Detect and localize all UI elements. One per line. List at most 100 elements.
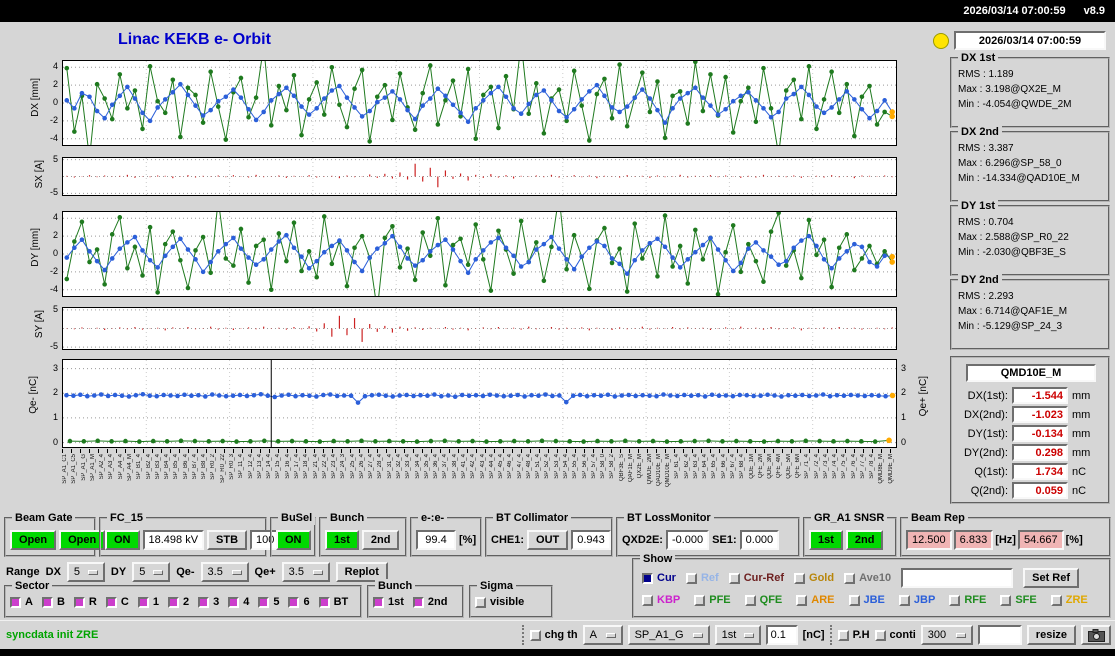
sigma-visible-checkbox[interactable]: visible xyxy=(475,596,524,608)
sector-checkbox-2[interactable]: 2 xyxy=(167,596,189,608)
charge-chart[interactable] xyxy=(62,359,897,448)
set-ref-button[interactable]: Set Ref xyxy=(1023,568,1080,588)
show-zre-checkbox[interactable]: ZRE xyxy=(1050,594,1088,606)
sector-label-r: R xyxy=(88,596,97,608)
ph-checkbox[interactable]: P.H xyxy=(837,629,870,641)
beam-rep-value-2: 6.833 xyxy=(953,530,994,550)
show-cur-checkbox[interactable]: Cur xyxy=(642,572,676,584)
range-dx-select[interactable]: 5 xyxy=(66,562,105,582)
bunch-1st-checkbox[interactable]: 1st xyxy=(373,596,404,608)
range-qep-select[interactable]: 3.5 xyxy=(281,562,330,582)
points-select[interactable]: 300 xyxy=(920,625,973,645)
checkbox-indicator xyxy=(137,596,149,608)
show-pfe-checkbox[interactable]: PFE xyxy=(694,594,731,606)
y-tick-label: 2 xyxy=(52,387,58,398)
bunch-2nd-button[interactable]: 2nd xyxy=(361,530,400,550)
show-cur-ref-checkbox[interactable]: Cur-Ref xyxy=(728,572,785,584)
fc15-on-button[interactable]: ON xyxy=(105,530,140,550)
beamline-element-label: SP_21_4 xyxy=(312,454,319,479)
sy-steering-chart[interactable] xyxy=(62,307,897,350)
monitor-label: DY(1st): xyxy=(967,427,1008,440)
beamline-element-label: QFE_6M xyxy=(794,454,801,479)
gr-snsr-1st-button[interactable]: 1st xyxy=(809,530,843,550)
beam-rep-value-3: 54.667 xyxy=(1017,530,1064,550)
sector-checkbox-r[interactable]: R xyxy=(73,596,97,608)
sector-checkbox-a[interactable]: A xyxy=(10,596,33,608)
aux-input[interactable] xyxy=(977,625,1022,645)
bunch-2nd-checkbox[interactable]: 2nd xyxy=(412,596,447,608)
monitor-label: DX(2nd): xyxy=(963,408,1008,421)
range-qem-select[interactable]: 3.5 xyxy=(200,562,249,582)
show-gold-label: Gold xyxy=(809,572,835,584)
sector-checkbox-4[interactable]: 4 xyxy=(228,596,249,608)
show-ave10-checkbox[interactable]: Ave10 xyxy=(844,572,891,584)
beamline-element-label: SP_B8_4 xyxy=(201,454,208,480)
sx-steering-chart[interactable] xyxy=(62,157,897,196)
show-jbp-checkbox[interactable]: JBP xyxy=(898,594,935,606)
che1-label: CHE1: xyxy=(491,534,525,546)
show-ref-label: Ref xyxy=(700,572,719,584)
show-are-checkbox[interactable]: ARE xyxy=(796,594,835,606)
busel-frame-label: BuSel xyxy=(278,511,316,525)
beamline-element-label: SP_R0_22 xyxy=(219,454,226,484)
gr-snsr-frame-label: GR_A1 SNSR xyxy=(811,511,888,525)
dx-orbit-chart[interactable] xyxy=(62,60,897,146)
y-tick-label: 4 xyxy=(52,61,58,72)
show-qfe-checkbox[interactable]: QFE xyxy=(744,594,782,606)
bunch-1st-label: 1st xyxy=(388,596,404,608)
sector-checkbox-6[interactable]: 6 xyxy=(288,596,310,608)
busel-on-button[interactable]: ON xyxy=(276,530,311,550)
threshold-input[interactable] xyxy=(765,625,798,645)
gr-snsr-2nd-button[interactable]: 2nd xyxy=(845,530,884,550)
fc15-stb-button[interactable]: STB xyxy=(207,530,248,550)
sector-checkbox-c[interactable]: C xyxy=(105,596,129,608)
beam-gate-open-button-1[interactable]: Open xyxy=(10,530,57,550)
ph-label: P.H xyxy=(852,629,870,641)
bunch-select[interactable]: 1st xyxy=(714,625,761,645)
show-cur-ref-label: Cur-Ref xyxy=(743,572,785,584)
beamline-element-label: SP_16_4 xyxy=(284,454,291,479)
fc15-frame: FC_15 ON 18.498 kV STB 100 % xyxy=(99,511,294,557)
beamline-element-label: SP_34_4 xyxy=(414,454,421,479)
sector-select[interactable]: A xyxy=(582,625,623,645)
dy-orbit-chart[interactable] xyxy=(62,211,897,297)
beamline-element-label: SP_73_4 xyxy=(822,454,829,479)
sector-checkbox-5[interactable]: 5 xyxy=(258,596,279,608)
show-jbe-checkbox[interactable]: JBE xyxy=(848,594,885,606)
resize-button[interactable]: resize xyxy=(1026,625,1076,645)
element-select[interactable]: SP_A1_G xyxy=(627,625,710,645)
range-dy-select[interactable]: 5 xyxy=(132,562,171,582)
dx-1st-stats: DX 1st RMS : 1.189 Max : 3.198@QX2E_M Mi… xyxy=(950,51,1110,128)
beamline-element-label: SP_47_4 xyxy=(516,454,523,479)
camera-icon xyxy=(1087,628,1105,642)
beamline-element-label: SP_B3_4 xyxy=(154,454,161,480)
beamline-element-label: SP_17_4 xyxy=(293,454,300,479)
checkbox-indicator xyxy=(105,596,117,608)
sector-checkbox-3[interactable]: 3 xyxy=(198,596,219,608)
beamline-element-label: SP_45_4 xyxy=(498,454,505,479)
sector-checkbox-b[interactable]: B xyxy=(41,596,65,608)
sector-checkbox-bt[interactable]: BT xyxy=(318,596,348,608)
monitor-value: -1.023 xyxy=(1012,406,1068,423)
beamline-element-label: SP_15_4 xyxy=(275,454,282,479)
chg-th-checkbox[interactable]: chg th xyxy=(529,629,578,641)
checkbox-indicator xyxy=(744,594,756,606)
show-sfe-checkbox[interactable]: SFE xyxy=(1000,594,1037,606)
checkbox-indicator xyxy=(837,629,849,641)
sigma-visible-label: visible xyxy=(490,596,525,608)
show-cur-label: Cur xyxy=(657,572,676,584)
conti-checkbox[interactable]: conti xyxy=(874,629,916,641)
che1-out-button[interactable]: OUT xyxy=(527,530,569,550)
beamline-element-label: SP_A4_M xyxy=(126,454,133,482)
bunch-1st-button[interactable]: 1st xyxy=(325,530,359,550)
snapshot-button[interactable] xyxy=(1081,625,1111,645)
show-gold-checkbox[interactable]: Gold xyxy=(794,572,834,584)
sector-checkbox-1[interactable]: 1 xyxy=(137,596,159,608)
show-rfe-checkbox[interactable]: RFE xyxy=(949,594,986,606)
beamline-element-label: SP_18_4 xyxy=(303,454,310,479)
show-ref-checkbox[interactable]: Ref xyxy=(685,572,719,584)
ee-ratio-unit: [%] xyxy=(459,534,477,546)
beamline-element-label: SP_43_4 xyxy=(479,454,486,479)
show-kbp-checkbox[interactable]: KBP xyxy=(642,594,680,606)
set-ref-entry[interactable] xyxy=(901,568,1014,588)
